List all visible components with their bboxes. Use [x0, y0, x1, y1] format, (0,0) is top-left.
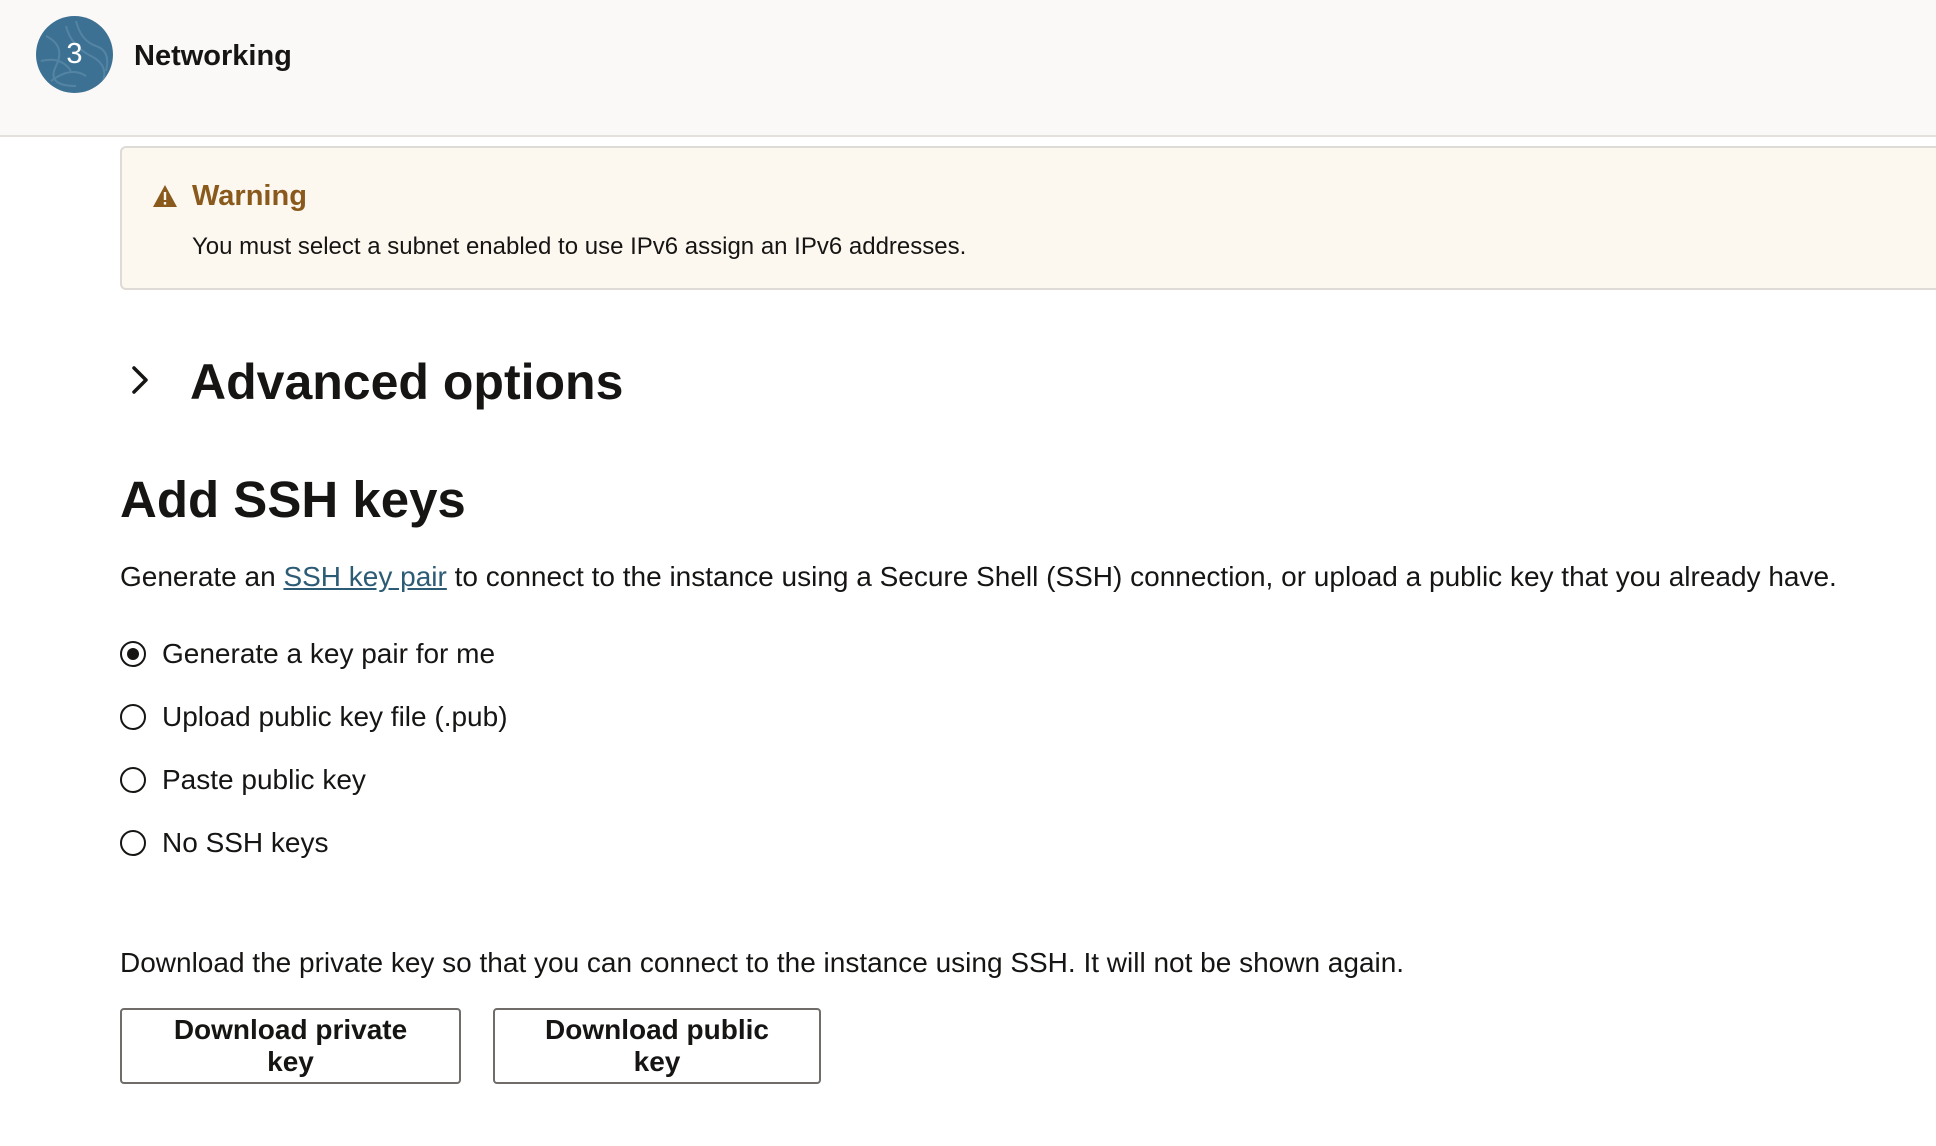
- download-public-key-button[interactable]: Download public key: [493, 1008, 821, 1084]
- download-private-key-button[interactable]: Download private key: [120, 1008, 461, 1084]
- ssh-key-pair-link[interactable]: SSH key pair: [283, 561, 446, 592]
- radio-label: No SSH keys: [162, 827, 329, 858]
- ssh-desc-suffix: to connect to the instance using a Secur…: [446, 561, 1837, 592]
- radio-label: Upload public key file (.pub): [162, 701, 508, 732]
- step-header: 3 Networking: [0, 0, 1936, 137]
- radio-no-ssh-keys[interactable]: No SSH keys: [120, 825, 508, 861]
- warning-title: Warning: [192, 180, 307, 212]
- warning-banner: Warning You must select a subnet enabled…: [120, 146, 1936, 290]
- ssh-key-options: Generate a key pair for me Upload public…: [120, 636, 508, 888]
- radio-button[interactable]: [120, 641, 146, 667]
- radio-button[interactable]: [120, 767, 146, 793]
- warning-triangle-icon: [153, 185, 177, 207]
- advanced-options-toggle[interactable]: Advanced options: [190, 352, 623, 412]
- radio-generate-key-pair[interactable]: Generate a key pair for me: [120, 636, 508, 672]
- radio-upload-public-key[interactable]: Upload public key file (.pub): [120, 699, 508, 735]
- radio-label: Generate a key pair for me: [162, 638, 496, 669]
- ssh-description: Generate an SSH key pair to connect to t…: [120, 560, 1837, 594]
- radio-paste-public-key[interactable]: Paste public key: [120, 762, 508, 798]
- radio-label: Paste public key: [162, 764, 366, 795]
- ssh-desc-prefix: Generate an: [120, 561, 284, 592]
- step-number: 3: [66, 38, 83, 70]
- radio-button[interactable]: [120, 704, 146, 730]
- step-number-badge: 3: [36, 16, 113, 93]
- warning-message: You must select a subnet enabled to use …: [192, 233, 967, 260]
- ssh-section-title: Add SSH keys: [120, 471, 466, 528]
- download-note: Download the private key so that you can…: [120, 947, 1405, 978]
- radio-button[interactable]: [120, 830, 146, 856]
- step-title: Networking: [134, 40, 292, 72]
- chevron-right-icon[interactable]: [128, 362, 152, 398]
